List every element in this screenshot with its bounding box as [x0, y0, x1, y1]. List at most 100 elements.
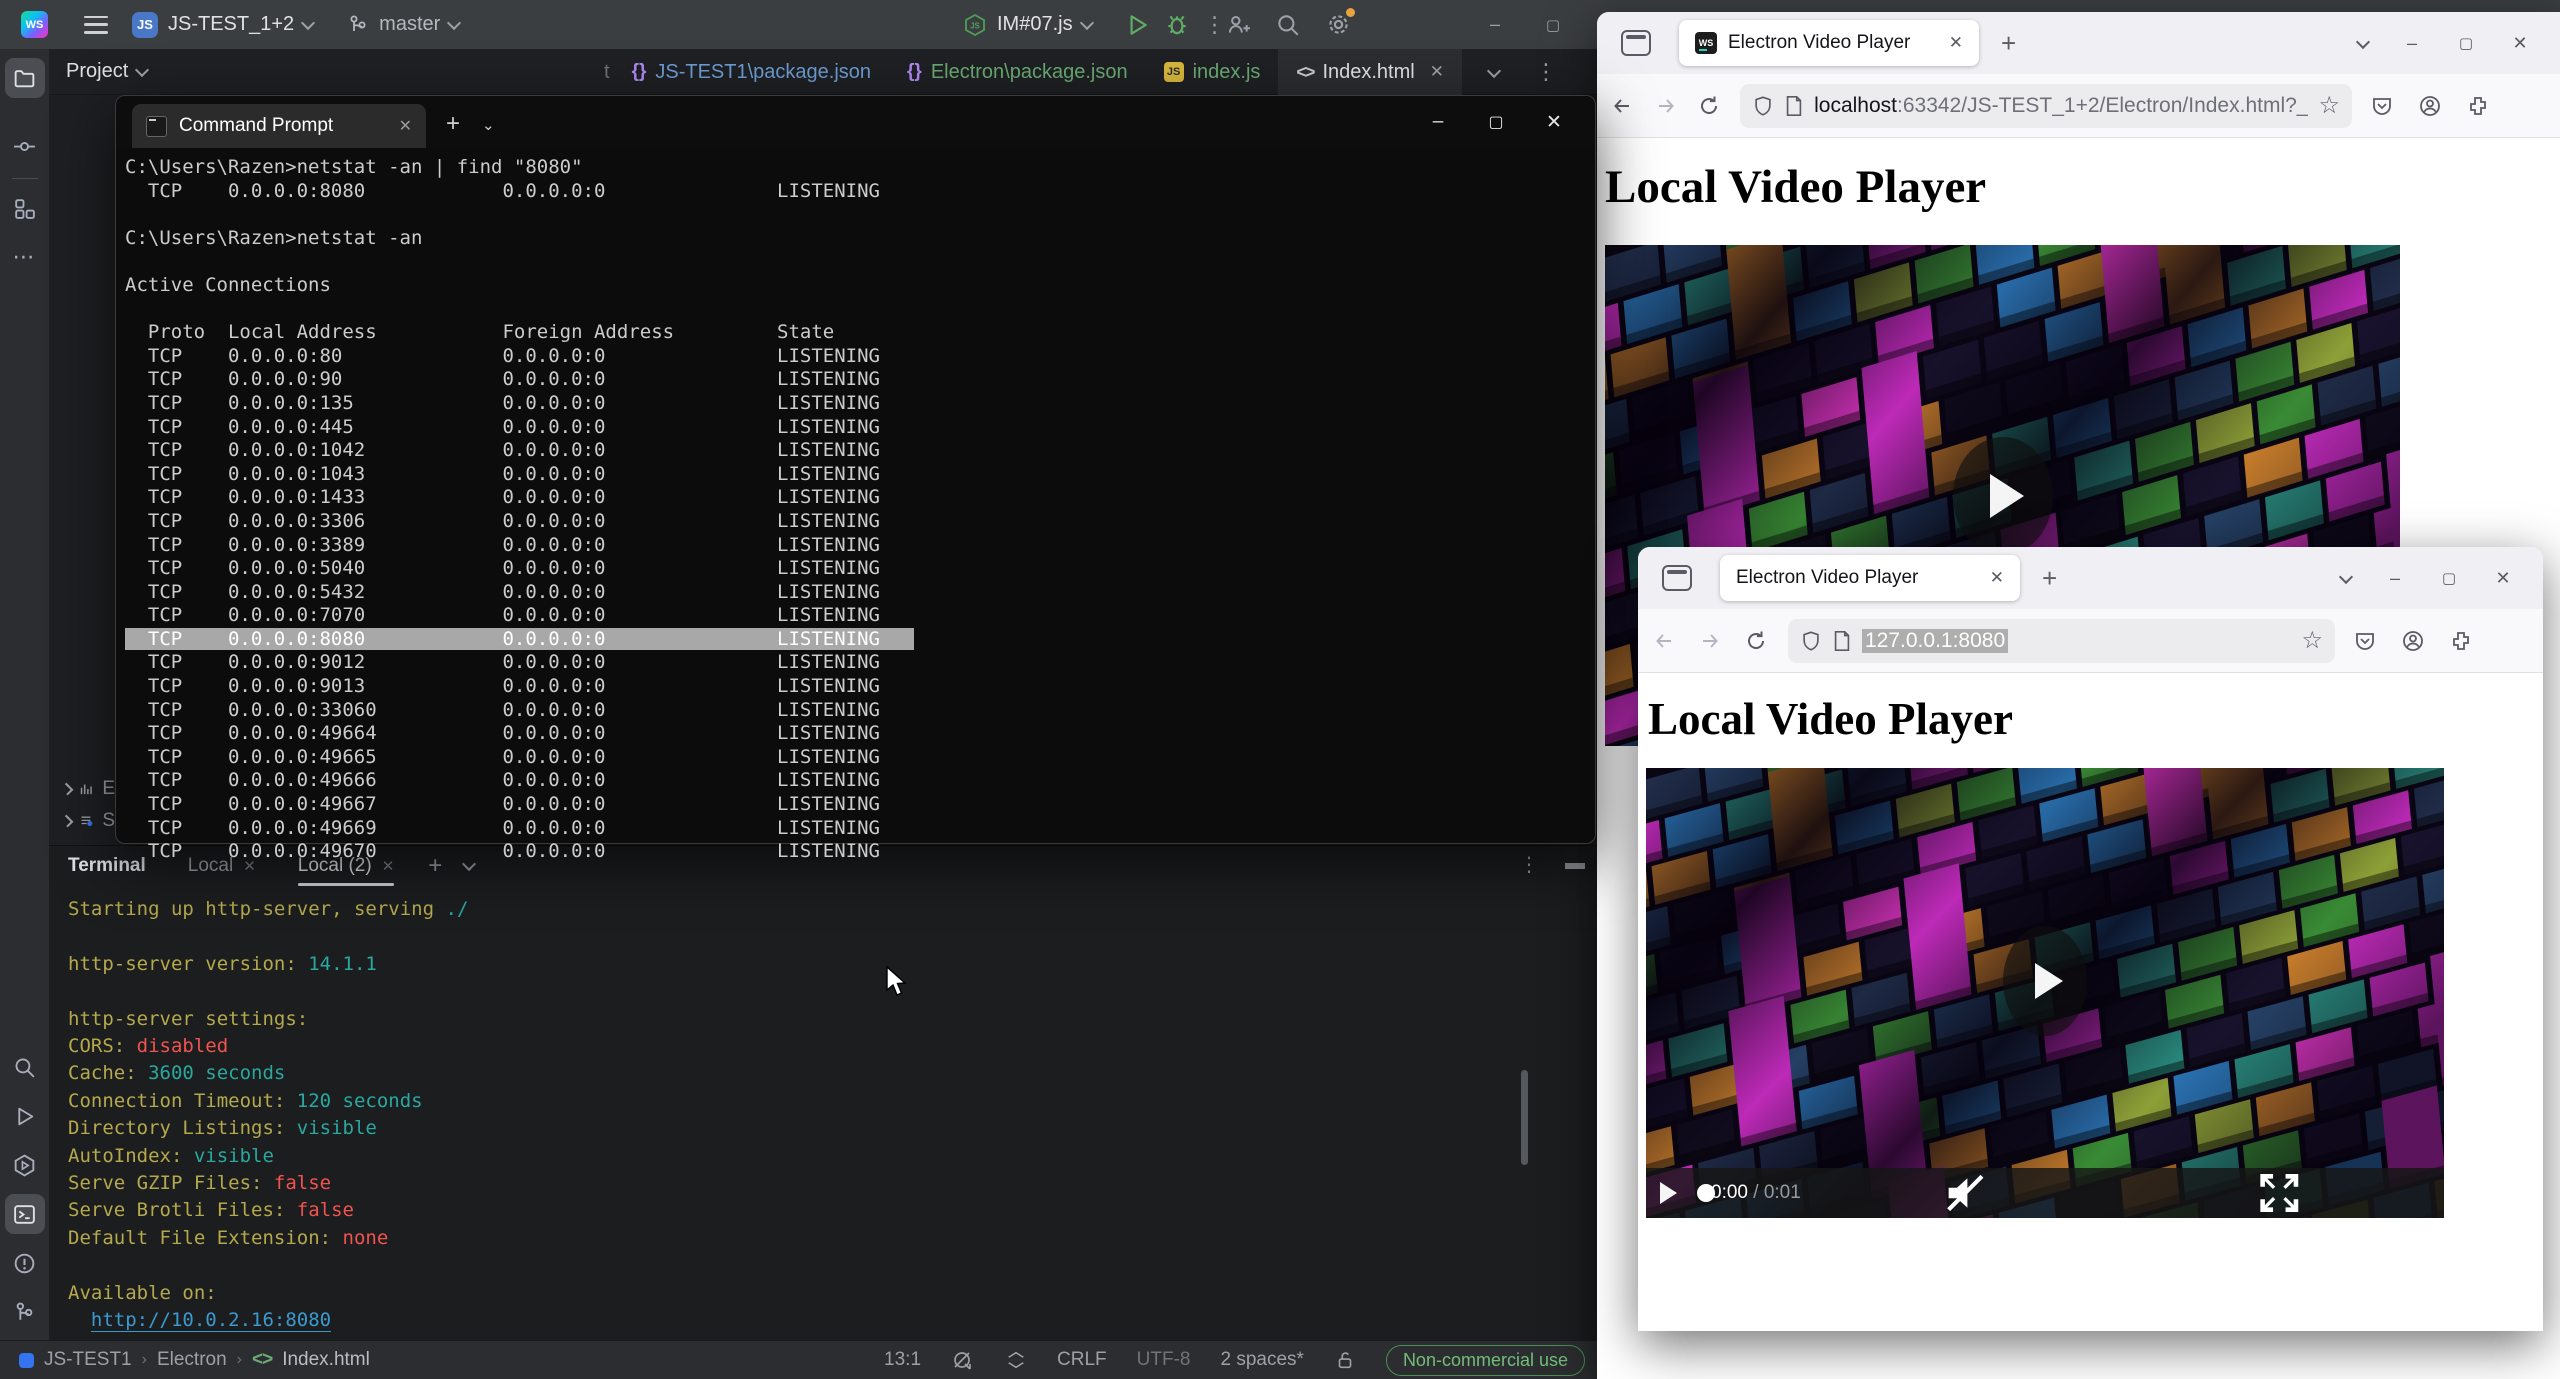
url-bar[interactable]: localhost:63342/JS-TEST_1+2/Electron/Ind… [1740, 84, 2352, 128]
new-tab-button[interactable]: + [2001, 28, 2016, 59]
terminal-link[interactable]: http://10.0.2.16:8080 [91, 1309, 331, 1332]
page-info-icon[interactable] [1784, 95, 1804, 117]
tab-list-chevron[interactable] [2336, 23, 2380, 63]
video-player[interactable]: 0:00 / 0:01 [1646, 768, 2444, 1218]
stripe-services-button[interactable] [5, 1145, 45, 1185]
fullscreen-button[interactable] [2129, 1168, 2430, 1218]
browser-tab[interactable]: Electron Video Player ✕ [1720, 555, 2020, 601]
close-tab-icon[interactable]: ✕ [399, 116, 412, 136]
stripe-project-button[interactable] [5, 58, 45, 98]
tab-package-json-1[interactable]: {} JS-TEST1\package.json [614, 49, 889, 95]
lock-icon[interactable] [1334, 1349, 1356, 1371]
ide-minimize-button[interactable]: – [1466, 0, 1524, 49]
account-icon[interactable] [2410, 86, 2450, 126]
reload-button[interactable] [1736, 621, 1776, 661]
stripe-search-button[interactable] [5, 1047, 45, 1087]
tab-index-html[interactable]: <> Index.html ✕ [1278, 49, 1462, 95]
tab-list-chevron[interactable] [1462, 49, 1517, 95]
menu-icon[interactable] [2506, 86, 2546, 126]
stripe-vcs-button[interactable] [5, 1292, 45, 1332]
more-actions-button[interactable]: ⋮ [1204, 12, 1227, 38]
browser-tab[interactable]: WS Electron Video Player ✕ [1679, 20, 1979, 66]
back-button[interactable] [1603, 86, 1641, 126]
cmd-titlebar[interactable]: Command Prompt ✕ + ⌄ – ▢ ✕ [116, 96, 1595, 148]
window-maximize-button[interactable]: ▢ [2427, 558, 2471, 598]
clipped-tab[interactable]: t [600, 49, 614, 95]
cmd-maximize-button[interactable]: ▢ [1467, 112, 1525, 132]
url-bar[interactable]: 127.0.0.1:8080 ☆ [1788, 619, 2335, 663]
cmd-tab[interactable]: Command Prompt ✕ [132, 104, 426, 148]
close-tab-icon[interactable]: ✕ [1990, 568, 2004, 588]
extensions-icon[interactable] [2441, 621, 2481, 661]
search-everywhere-button[interactable] [1275, 12, 1301, 38]
project-panel-header[interactable]: Project [49, 49, 600, 94]
video-play-overlay[interactable] [1953, 437, 2053, 555]
muted-volume-button[interactable] [1815, 1168, 2116, 1218]
account-icon[interactable] [2393, 621, 2433, 661]
breadcrumb-file[interactable]: Index.html [282, 1349, 370, 1371]
stripe-terminal-button[interactable] [5, 1194, 45, 1234]
new-tab-button[interactable]: + [446, 110, 460, 138]
new-tab-button[interactable]: + [2042, 563, 2057, 594]
cmd-minimize-button[interactable]: – [1409, 111, 1467, 133]
stripe-problems-button[interactable] [5, 1243, 45, 1283]
shield-icon[interactable] [1800, 630, 1822, 652]
bookmark-star-icon[interactable]: ☆ [2318, 91, 2340, 120]
pocket-icon[interactable] [2345, 621, 2385, 661]
window-minimize-button[interactable]: – [2390, 23, 2434, 63]
forward-button[interactable] [1690, 621, 1730, 661]
menu-icon[interactable] [2489, 621, 2529, 661]
back-button[interactable] [1644, 621, 1684, 661]
line-ending-widget[interactable]: CRLF [1057, 1349, 1107, 1371]
window-maximize-button[interactable]: ▢ [2444, 23, 2488, 63]
license-badge[interactable]: Non-commercial use [1386, 1345, 1585, 1376]
run-button[interactable] [1124, 12, 1150, 38]
main-menu-icon[interactable] [84, 16, 108, 34]
terminal-scrollbar[interactable] [1521, 1070, 1528, 1165]
project-icon[interactable]: JS [132, 12, 158, 38]
seek-handle[interactable] [1697, 1184, 1715, 1202]
firefox-view-icon[interactable] [1662, 565, 1692, 591]
settings-button[interactable] [1325, 11, 1352, 38]
indent-widget[interactable]: 2 spaces* [1220, 1349, 1303, 1371]
pocket-icon[interactable] [2362, 86, 2402, 126]
debug-button[interactable] [1164, 12, 1190, 38]
tab-list-chevron[interactable] [2319, 558, 2363, 598]
page-info-icon[interactable] [1832, 630, 1852, 652]
close-tab-icon[interactable]: ✕ [1949, 33, 1963, 53]
stripe-commit-button[interactable] [5, 126, 45, 166]
firefox-view-icon[interactable] [1621, 30, 1651, 56]
window-close-button[interactable]: ✕ [2498, 23, 2542, 63]
caret-position-widget[interactable]: 13:1 [884, 1349, 921, 1371]
stripe-more-button[interactable]: ⋯ [5, 237, 45, 277]
run-config-selector[interactable]: JS IM#07.js [963, 13, 1092, 37]
stripe-run-button[interactable] [5, 1096, 45, 1136]
code-with-me-button[interactable] [1225, 12, 1251, 38]
cmd-close-button[interactable]: ✕ [1525, 111, 1583, 134]
inspections-widget-icon[interactable] [951, 1348, 975, 1372]
bookmark-star-icon[interactable]: ☆ [2301, 626, 2323, 655]
tab-dropdown-chevron[interactable]: ⌄ [482, 116, 495, 134]
tab-options-kebab[interactable]: ⋮ [1517, 49, 1575, 95]
window-close-button[interactable]: ✕ [2481, 558, 2525, 598]
video-play-overlay[interactable] [2003, 926, 2087, 1036]
extensions-icon[interactable] [2458, 86, 2498, 126]
vcs-branch-selector[interactable]: master [347, 13, 459, 36]
stripe-structure-button[interactable] [5, 188, 45, 228]
tree-item-external-libraries[interactable]: E [49, 773, 115, 805]
reload-button[interactable] [1690, 86, 1728, 126]
ide-maximize-button[interactable]: ▢ [1524, 0, 1582, 49]
window-minimize-button[interactable]: – [2373, 558, 2417, 598]
close-tab-icon[interactable]: ✕ [1430, 62, 1444, 82]
play-button[interactable] [1660, 1182, 1677, 1204]
breadcrumb-project[interactable]: JS-TEST1 [44, 1349, 132, 1371]
forward-button[interactable] [1647, 86, 1685, 126]
tab-package-json-2[interactable]: {} Electron\package.json [889, 49, 1146, 95]
tab-index-js[interactable]: JS index.js [1146, 49, 1279, 95]
tree-item-scratches[interactable]: S [49, 805, 115, 837]
breadcrumb-folder[interactable]: Electron [157, 1349, 227, 1371]
encoding-widget[interactable]: UTF-8 [1137, 1349, 1191, 1371]
shield-icon[interactable] [1752, 95, 1774, 117]
code-vision-icon[interactable] [1005, 1349, 1027, 1371]
project-selector[interactable]: JS-TEST_1+2 [158, 13, 313, 36]
